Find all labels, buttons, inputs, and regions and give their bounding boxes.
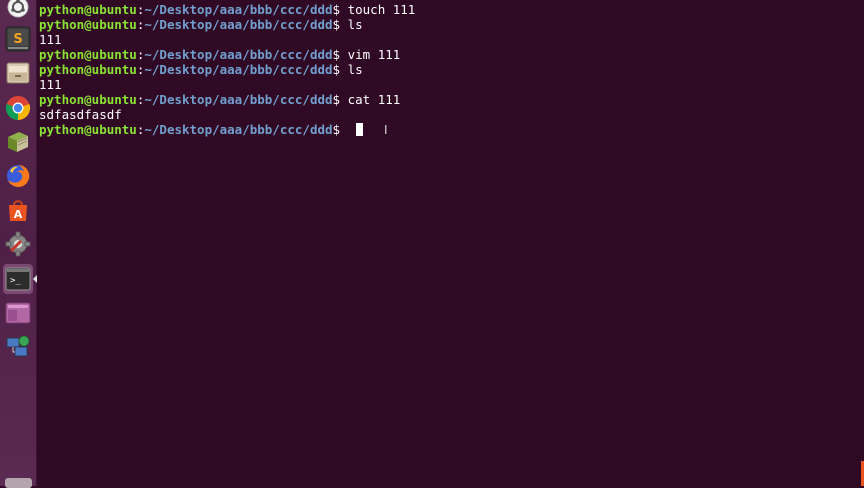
terminal-output-line: 111: [39, 77, 415, 92]
prompt-symbol: $: [332, 2, 341, 17]
unity-launcher: S A >_: [0, 0, 37, 488]
terminal-prompt-line: python@ubuntu:~/Desktop/aaa/bbb/ccc/ddd$: [39, 122, 415, 137]
system-settings-icon[interactable]: [3, 229, 33, 259]
text-cursor: [355, 123, 363, 136]
terminal-output: python@ubuntu:~/Desktop/aaa/bbb/ccc/ddd$…: [39, 2, 415, 137]
prompt-user: python@ubuntu: [39, 2, 137, 17]
command-text: ls: [340, 17, 363, 32]
network-icon[interactable]: [3, 332, 33, 362]
terminal-prompt-line: python@ubuntu:~/Desktop/aaa/bbb/ccc/ddd$…: [39, 92, 415, 107]
prompt-path: ~/Desktop/aaa/bbb/ccc/ddd: [144, 47, 333, 62]
prompt-user: python@ubuntu: [39, 122, 137, 137]
prompt-path: ~/Desktop/aaa/bbb/ccc/ddd: [144, 122, 333, 137]
prompt-symbol: $: [332, 47, 341, 62]
dash-home-icon[interactable]: [3, 0, 33, 22]
sublime-text-icon[interactable]: S: [3, 24, 33, 54]
prompt-user: python@ubuntu: [39, 62, 137, 77]
terminal-icon[interactable]: >_: [3, 264, 33, 294]
terminal-prompt-line: python@ubuntu:~/Desktop/aaa/bbb/ccc/ddd$…: [39, 2, 415, 17]
terminal-output-line: sdfasdfasdf: [39, 107, 415, 122]
command-text: cat 111: [340, 92, 401, 107]
output-text: sdfasdfasdf: [39, 107, 122, 122]
prompt-user: python@ubuntu: [39, 17, 137, 32]
terminal-prompt-line: python@ubuntu:~/Desktop/aaa/bbb/ccc/ddd$…: [39, 62, 415, 77]
command-text: vim 111: [340, 47, 401, 62]
command-text: ls: [340, 62, 363, 77]
trash-icon[interactable]: [5, 478, 32, 488]
terminal-prompt-line: python@ubuntu:~/Desktop/aaa/bbb/ccc/ddd$…: [39, 17, 415, 32]
workspace-switcher-icon[interactable]: [3, 298, 33, 328]
terminal-prompt-line: python@ubuntu:~/Desktop/aaa/bbb/ccc/ddd$…: [39, 47, 415, 62]
prompt-path: ~/Desktop/aaa/bbb/ccc/ddd: [144, 17, 333, 32]
command-text: touch 111: [340, 2, 416, 17]
active-indicator-icon: [33, 275, 37, 283]
prompt-path: ~/Desktop/aaa/bbb/ccc/ddd: [144, 62, 333, 77]
output-text: 111: [39, 77, 62, 92]
prompt-symbol: $: [332, 62, 341, 77]
command-text: [340, 122, 348, 137]
chrome-icon[interactable]: [3, 93, 33, 123]
prompt-symbol: $: [332, 122, 341, 137]
prompt-user: python@ubuntu: [39, 47, 137, 62]
svg-text:S: S: [13, 32, 22, 47]
files-icon[interactable]: [3, 58, 33, 88]
firefox-icon[interactable]: [3, 161, 33, 191]
prompt-path: ~/Desktop/aaa/bbb/ccc/ddd: [144, 2, 333, 17]
prompt-path: ~/Desktop/aaa/bbb/ccc/ddd: [144, 92, 333, 107]
prompt-symbol: $: [332, 92, 341, 107]
output-text: 111: [39, 32, 62, 47]
prompt-user: python@ubuntu: [39, 92, 137, 107]
terminal-window[interactable]: python@ubuntu:~/Desktop/aaa/bbb/ccc/ddd$…: [38, 0, 864, 486]
svg-text:A: A: [14, 208, 23, 221]
book-reader-icon[interactable]: [3, 127, 33, 157]
svg-text:>_: >_: [10, 276, 21, 286]
software-center-icon[interactable]: A: [3, 195, 33, 225]
prompt-symbol: $: [332, 17, 341, 32]
terminal-output-line: 111: [39, 32, 415, 47]
mouse-ibeam-cursor-icon: I: [384, 123, 388, 137]
